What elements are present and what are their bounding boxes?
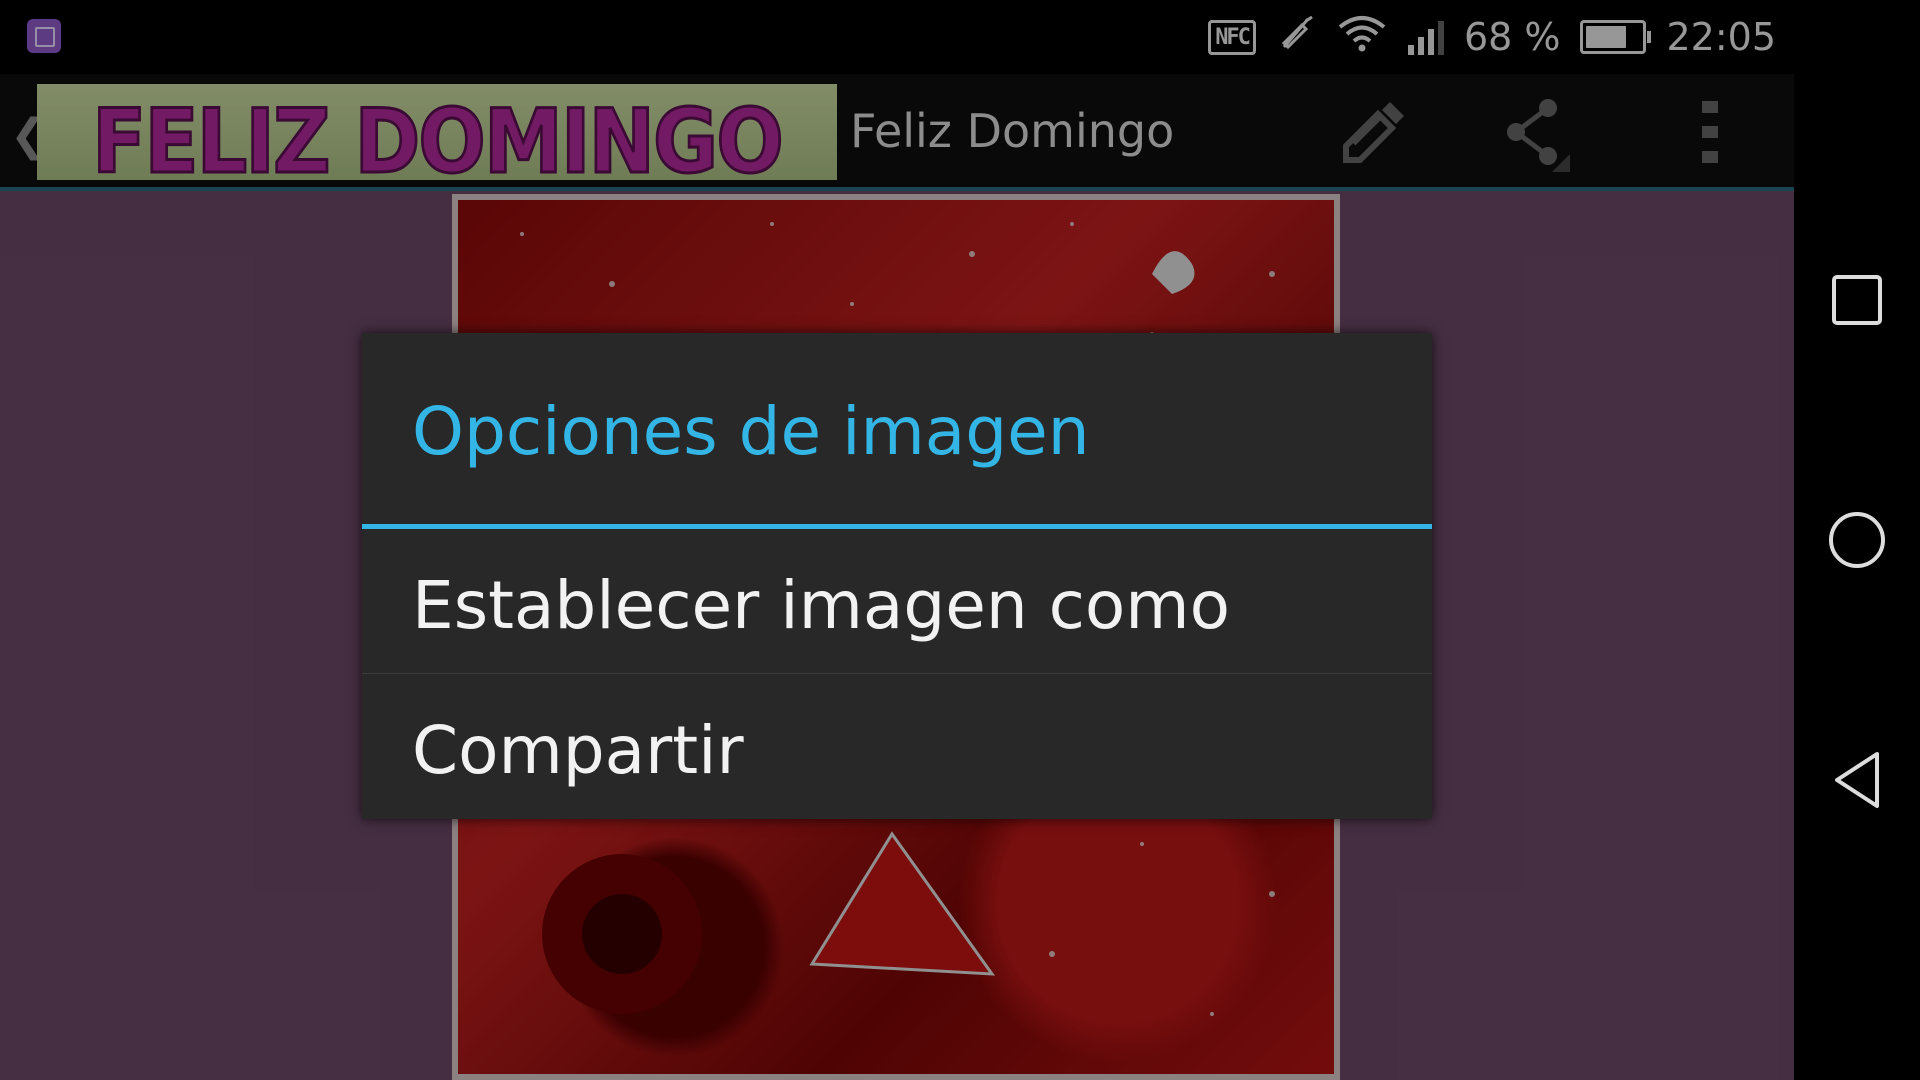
back-icon[interactable] <box>1827 750 1887 810</box>
set-image-as-label: Establecer imagen como <box>412 567 1230 644</box>
image-options-dialog: Opciones de imagen Establecer imagen com… <box>362 333 1432 819</box>
navigation-bar <box>1794 0 1920 1080</box>
share-option[interactable]: Compartir <box>362 674 1432 818</box>
set-image-as-option[interactable]: Establecer imagen como <box>362 529 1432 673</box>
recents-icon[interactable] <box>1827 270 1887 330</box>
share-label: Compartir <box>412 712 744 789</box>
dialog-title: Opciones de imagen <box>412 393 1090 470</box>
home-icon[interactable] <box>1827 510 1887 570</box>
